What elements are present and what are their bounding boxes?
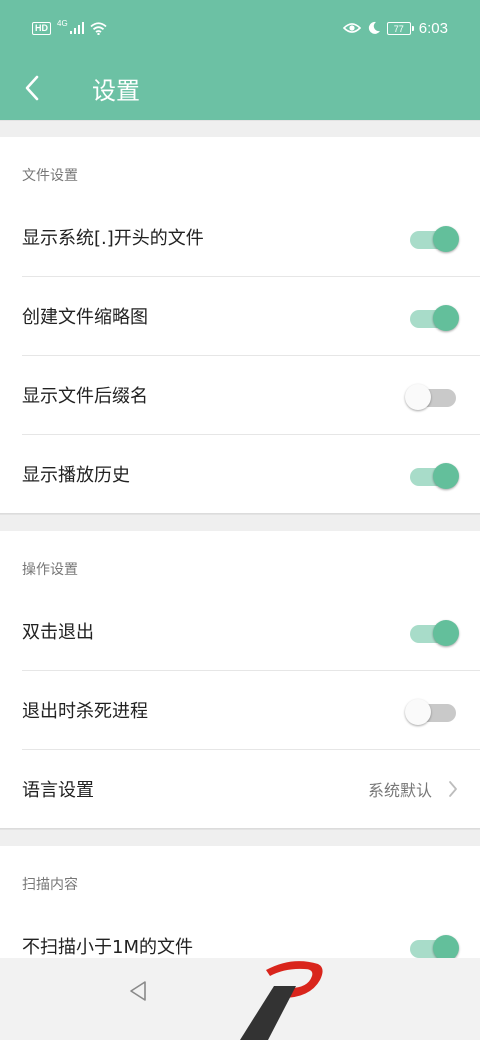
eye-icon xyxy=(342,23,361,33)
section-title-operation: 操作设置 xyxy=(22,562,78,578)
section-gap xyxy=(0,514,480,531)
chevron-left-icon xyxy=(25,75,39,101)
toggle-switch[interactable] xyxy=(408,222,459,252)
setting-label: 语言设置 xyxy=(22,779,94,801)
status-left: HD 4G xyxy=(32,18,107,35)
hd-badge: HD xyxy=(32,21,51,35)
file-settings-section: 文件设置 显示系统[.]开头的文件 创建文件缩略图 显示文件后缀名 显示播放历史 xyxy=(0,137,480,514)
setting-kill-process-on-exit[interactable]: 退出时杀死进程 xyxy=(0,670,480,749)
watermark-logo xyxy=(240,961,323,1040)
operation-settings-section: 操作设置 双击退出 退出时杀死进程 语言设置 系统默认 xyxy=(0,531,480,829)
setting-show-play-history[interactable]: 显示播放历史 xyxy=(0,434,480,513)
setting-show-file-extension[interactable]: 显示文件后缀名 xyxy=(0,355,480,434)
page-title: 设置 xyxy=(92,77,140,105)
toggle-switch[interactable] xyxy=(405,695,458,725)
toggle-switch[interactable] xyxy=(408,616,459,646)
status-bar: HD 4G 77 6:03 xyxy=(0,0,480,56)
network-type-label: 4G xyxy=(57,18,68,28)
setting-double-tap-exit[interactable]: 双击退出 xyxy=(0,591,480,670)
moon-icon xyxy=(368,21,380,34)
section-title-scan: 扫描内容 xyxy=(22,877,78,893)
setting-label: 创建文件缩略图 xyxy=(22,306,148,328)
app-bar: 设置 xyxy=(0,56,480,120)
signal-icon xyxy=(69,22,84,34)
setting-label: 显示播放历史 xyxy=(22,464,130,486)
toggle-switch[interactable] xyxy=(408,931,459,961)
setting-create-thumbnails[interactable]: 创建文件缩略图 xyxy=(0,276,480,355)
language-value: 系统默认 xyxy=(367,780,432,800)
chevron-right-icon xyxy=(449,780,457,797)
setting-language[interactable]: 语言设置 系统默认 xyxy=(0,749,480,828)
setting-label: 双击退出 xyxy=(22,621,94,643)
toggle-switch[interactable] xyxy=(408,459,459,489)
section-gap xyxy=(0,120,480,137)
setting-label: 退出时杀死进程 xyxy=(22,700,148,722)
setting-label: 不扫描小于1M的文件 xyxy=(22,936,193,958)
settings-list: 文件设置 显示系统[.]开头的文件 创建文件缩略图 显示文件后缀名 显示播放历史… xyxy=(0,120,480,986)
toggle-switch[interactable] xyxy=(405,380,458,410)
setting-show-hidden-files[interactable]: 显示系统[.]开头的文件 xyxy=(0,197,480,276)
back-button[interactable] xyxy=(12,68,52,108)
nav-back-triangle-icon[interactable] xyxy=(124,976,154,1006)
toggle-switch[interactable] xyxy=(408,301,459,331)
section-gap xyxy=(0,829,480,846)
battery-icon: 77 xyxy=(386,21,414,35)
setting-label: 显示文件后缀名 xyxy=(22,385,148,407)
setting-label: 显示系统[.]开头的文件 xyxy=(22,227,204,249)
clock: 6:03 xyxy=(418,19,448,37)
wifi-icon xyxy=(90,21,107,35)
status-right: 77 6:03 xyxy=(342,19,448,37)
section-title-file: 文件设置 xyxy=(22,168,78,184)
